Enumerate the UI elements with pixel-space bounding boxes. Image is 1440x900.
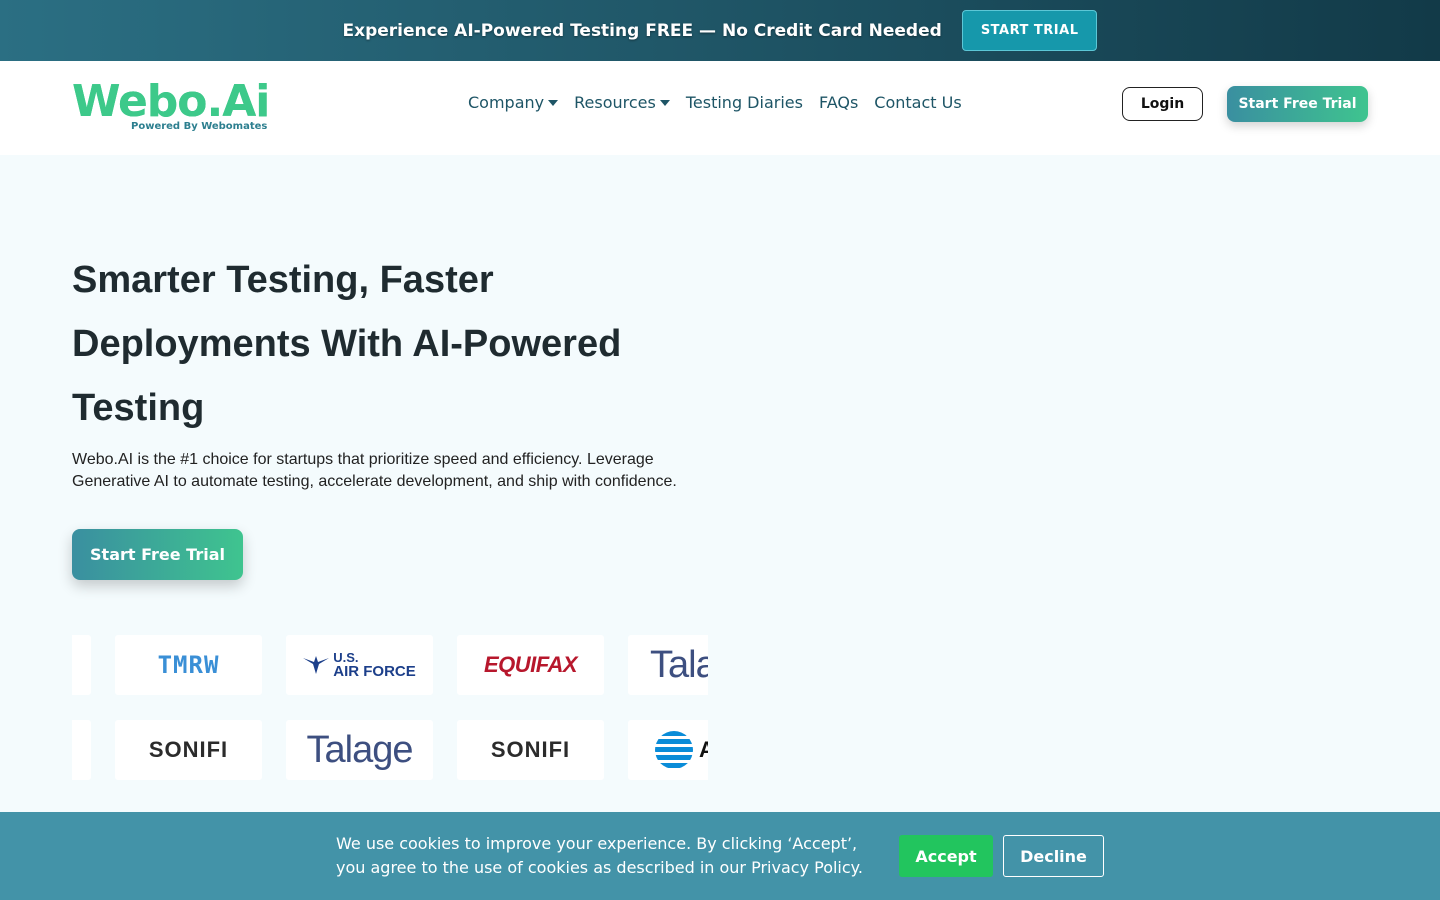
site-header: Webo.Ai Powered By Webomates Company Res… bbox=[0, 61, 1440, 155]
nav-testing-diaries-label: Testing Diaries bbox=[685, 93, 803, 112]
logo-sonifi-text: SONIFI bbox=[148, 737, 229, 762]
start-trial-banner-button[interactable]: START TRIAL bbox=[961, 10, 1098, 51]
hero-title: Smarter Testing, Faster Deployments With… bbox=[72, 259, 622, 429]
cookie-consent-bar: We use cookies to improve your experienc… bbox=[0, 812, 1440, 900]
logo-us-air-force: U.S. AIR FORCE bbox=[286, 635, 433, 695]
hero-description: Webo.AI is the #1 choice for startups th… bbox=[72, 451, 677, 490]
logo-tmrw-text: TMRW bbox=[157, 651, 220, 679]
promo-banner: Experience AI-Powered Testing FREE — No … bbox=[0, 0, 1440, 61]
caret-down-icon bbox=[659, 99, 670, 106]
logo-tagline: Powered By Webomates bbox=[131, 121, 268, 132]
logo-usaf-bottom: AIR FORCE bbox=[333, 663, 416, 680]
cookie-message: We use cookies to improve your experienc… bbox=[336, 834, 863, 877]
logo-sonifi-text: SONIFI bbox=[490, 737, 571, 762]
caret-down-icon bbox=[548, 99, 559, 106]
att-globe-icon bbox=[655, 731, 693, 769]
nav-contact-us[interactable]: Contact Us bbox=[874, 93, 961, 112]
header-start-free-trial-button[interactable]: Start Free Trial bbox=[1227, 86, 1368, 122]
nav-contact-us-label: Contact Us bbox=[874, 93, 962, 112]
client-logos-row-1: TMRW U.S. AIR FORCE EQUIFAX Talage bbox=[72, 635, 708, 695]
logo-talage-text: Talage bbox=[306, 728, 414, 771]
nav-resources-label: Resources bbox=[574, 93, 656, 112]
logo-sonifi: SONIFI bbox=[115, 720, 262, 780]
main-nav: Company Resources Testing Diaries FAQs C… bbox=[468, 93, 962, 112]
logo-talage-text: Talage bbox=[650, 643, 708, 686]
nav-company-label: Company bbox=[468, 93, 545, 112]
logo-equifax-text: EQUIFAX bbox=[483, 652, 578, 677]
client-logos-row-2: SONIFI Talage SONIFI A bbox=[72, 720, 708, 780]
logo-us-air-force-mark: U.S. AIR FORCE bbox=[303, 651, 416, 679]
nav-testing-diaries[interactable]: Testing Diaries bbox=[686, 93, 803, 112]
logo-wordmark: Webo.Ai bbox=[72, 79, 272, 125]
hero-start-free-trial-button[interactable]: Start Free Trial bbox=[72, 529, 243, 580]
logo-tmrw: TMRW bbox=[115, 635, 262, 695]
logo-talage: Talage bbox=[628, 635, 708, 695]
nav-faqs-label: FAQs bbox=[818, 93, 859, 112]
webo-ai-logo[interactable]: Webo.Ai Powered By Webomates bbox=[72, 79, 272, 137]
nav-resources[interactable]: Resources bbox=[574, 93, 670, 112]
logo-card-partial bbox=[72, 720, 91, 780]
logo-equifax: EQUIFAX bbox=[457, 635, 604, 695]
login-button[interactable]: Login bbox=[1122, 87, 1203, 121]
logo-talage: Talage bbox=[286, 720, 433, 780]
logo-sonifi: SONIFI bbox=[457, 720, 604, 780]
cookie-accept-button[interactable]: Accept bbox=[899, 835, 993, 877]
cookie-decline-button[interactable]: Decline bbox=[1003, 835, 1104, 877]
logo-att-text: A bbox=[699, 737, 708, 762]
logo-card-partial bbox=[72, 635, 91, 695]
promo-text: Experience AI-Powered Testing FREE — No … bbox=[342, 20, 942, 41]
air-force-wings-icon bbox=[303, 656, 330, 674]
nav-company[interactable]: Company bbox=[468, 93, 559, 112]
nav-faqs[interactable]: FAQs bbox=[819, 93, 858, 112]
logo-us-air-force-words: U.S. AIR FORCE bbox=[333, 651, 416, 679]
logo-att: A bbox=[628, 720, 708, 780]
